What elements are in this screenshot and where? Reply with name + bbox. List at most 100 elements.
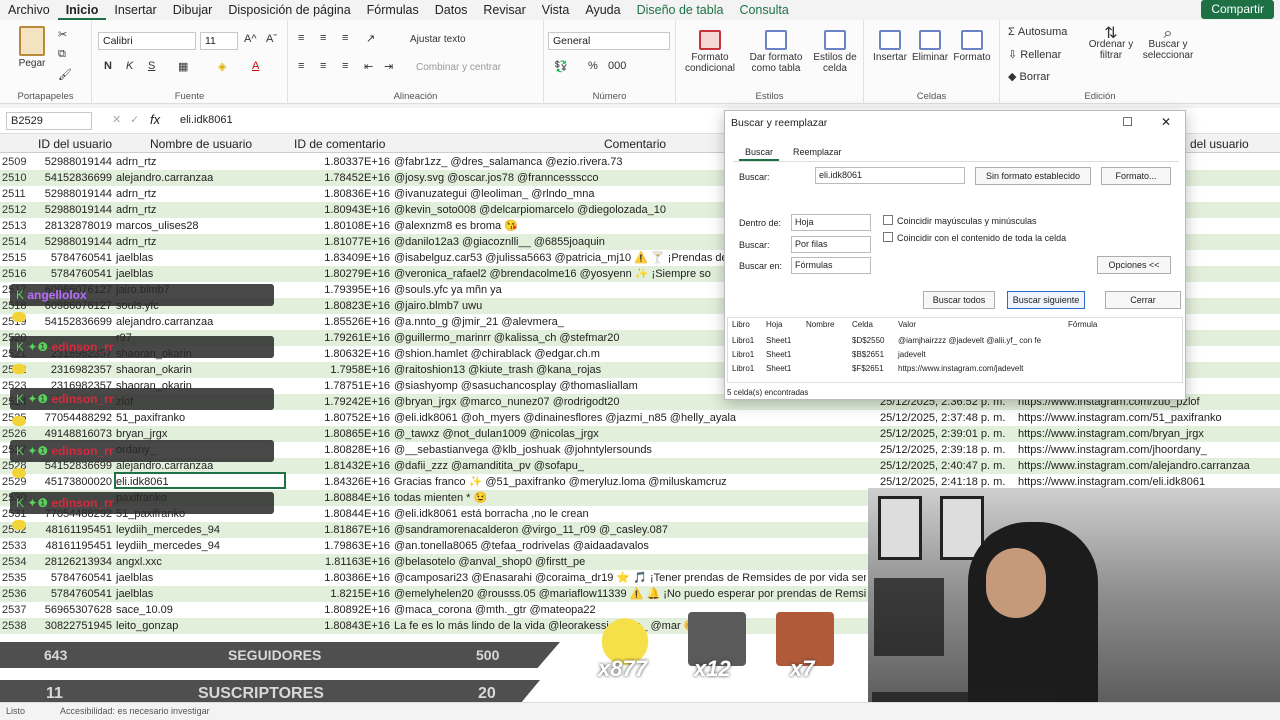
comment-id-cell[interactable]: 1.80752E+16 — [290, 410, 390, 426]
user-id-cell[interactable]: 2316982357 — [30, 362, 112, 378]
result-value[interactable]: https://www.instagram.com/jadevelt — [898, 364, 1023, 373]
username-cell[interactable]: adrn_rtz — [116, 154, 156, 170]
merge-center-button[interactable]: Combinar y centrar — [416, 62, 501, 73]
row-number[interactable]: 2514 — [0, 234, 30, 250]
username-cell[interactable]: leito_gonzap — [116, 618, 178, 634]
underline-icon[interactable]: S — [148, 60, 155, 72]
username-cell[interactable]: adrn_rtz — [116, 202, 156, 218]
comment-id-cell[interactable]: 1.80844E+16 — [290, 506, 390, 522]
match-case-checkbox[interactable] — [883, 215, 893, 225]
tab-f-rmulas[interactable]: Fórmulas — [359, 0, 427, 20]
user-id-cell[interactable]: 45173800020 — [30, 474, 112, 490]
comment-id-cell[interactable]: 1.78452E+16 — [290, 170, 390, 186]
comment-cell[interactable]: @an.tonella8065 @tefaa_rodrivelas @aidaa… — [394, 538, 866, 554]
search-order-select[interactable]: Por filas — [791, 236, 871, 253]
tab-datos[interactable]: Datos — [427, 0, 476, 20]
table-row[interactable]: 25257705448829251_paxifranko1.80752E+16@… — [0, 410, 1280, 426]
percent-icon[interactable]: % — [588, 60, 598, 72]
close-icon[interactable]: ✕ — [1161, 115, 1171, 129]
user-id-cell[interactable]: 5784760541 — [30, 570, 112, 586]
username-cell[interactable]: shaoran_okarin — [116, 362, 192, 378]
row-number[interactable]: 2509 — [0, 154, 30, 170]
fill-color-icon[interactable]: ◈ — [218, 60, 226, 73]
user-id-cell[interactable]: 56965307628 — [30, 602, 112, 618]
row-number[interactable]: 2511 — [0, 186, 30, 202]
result-cell[interactable]: $D$2550 — [852, 336, 884, 345]
align-right-icon[interactable]: ≡ — [342, 60, 348, 72]
username-cell[interactable]: alejandro.carranzaa — [116, 314, 213, 330]
within-select[interactable]: Hoja — [791, 214, 871, 231]
format-button[interactable]: Formato... — [1101, 167, 1171, 185]
results-header[interactable]: Fórmula — [1068, 320, 1097, 329]
comment-id-cell[interactable]: 1.79242E+16 — [290, 394, 390, 410]
comment-cell[interactable]: @eli.idk8061 @oh_myers @dinainesflores @… — [394, 410, 866, 426]
username-cell[interactable]: jaelblas — [116, 250, 153, 266]
comment-id-cell[interactable]: 1.79261E+16 — [290, 330, 390, 346]
comment-id-cell[interactable]: 1.81077E+16 — [290, 234, 390, 250]
tab-inicio[interactable]: Inicio — [57, 0, 107, 20]
tab-archivo[interactable]: Archivo — [0, 0, 58, 20]
formula-input[interactable]: eli.idk8061 — [180, 114, 233, 126]
delete-cells-button[interactable]: Eliminar — [910, 30, 950, 63]
lookin-select[interactable]: Fórmulas — [791, 257, 871, 274]
header-user-id[interactable]: ID del usuario — [38, 137, 112, 151]
results-header[interactable]: Valor — [898, 320, 916, 329]
increase-indent-icon[interactable]: ⇥ — [384, 60, 393, 73]
username-cell[interactable]: jaelblas — [116, 586, 153, 602]
date-cell[interactable]: 25/12/2025, 2:39:18 p. m. — [880, 442, 1005, 458]
row-number[interactable]: 2536 — [0, 586, 30, 602]
comment-cell[interactable]: @belasotelo @anval_shop0 @firstt_pe — [394, 554, 866, 570]
insert-cells-button[interactable]: Insertar — [870, 30, 910, 63]
comment-id-cell[interactable]: 1.81867E+16 — [290, 522, 390, 538]
tab-revisar[interactable]: Revisar — [475, 0, 533, 20]
match-entire-checkbox[interactable] — [883, 232, 893, 242]
format-painter-icon[interactable]: 🖌 — [58, 68, 72, 81]
comment-id-cell[interactable]: 1.81432E+16 — [290, 458, 390, 474]
tab-dibujar[interactable]: Dibujar — [165, 0, 221, 20]
comment-id-cell[interactable]: 1.80843E+16 — [290, 618, 390, 634]
conditional-format-button[interactable]: Formato condicional — [680, 30, 740, 74]
comment-cell[interactable]: @dafii_zzz @amanditita_pv @sofapu_ — [394, 458, 866, 474]
find-next-button[interactable]: Buscar siguiente — [1007, 291, 1085, 309]
user-id-cell[interactable]: 5784760541 — [30, 250, 112, 266]
copy-icon[interactable]: ⧉ — [58, 48, 66, 61]
header-user-url[interactable]: del usuario — [1190, 137, 1249, 151]
font-color-icon[interactable]: A — [252, 60, 259, 72]
result-sheet[interactable]: Sheet1 — [766, 364, 791, 373]
align-bottom-icon[interactable]: ≡ — [342, 32, 348, 44]
wrap-text-button[interactable]: Ajustar texto — [410, 34, 466, 45]
username-cell[interactable]: leydiih_mercedes_94 — [116, 522, 220, 538]
username-cell[interactable]: leydiih_mercedes_94 — [116, 538, 220, 554]
comment-cell[interactable]: @__sebastianvega @klb_joshuak @johntyler… — [394, 442, 866, 458]
comment-cell[interactable]: @_tawxz @not_dulan1009 @nicolas_jrgx — [394, 426, 866, 442]
comment-id-cell[interactable]: 1.80108E+16 — [290, 218, 390, 234]
user-url-cell[interactable]: https://www.instagram.com/51_paxifranko — [1018, 410, 1222, 426]
user-id-cell[interactable]: 52988019144 — [30, 202, 112, 218]
comment-id-cell[interactable]: 1.84326E+16 — [290, 474, 390, 490]
comment-id-cell[interactable]: 1.80386E+16 — [290, 570, 390, 586]
tab-consulta[interactable]: Consulta — [731, 0, 796, 20]
comment-id-cell[interactable]: 1.78751E+16 — [290, 378, 390, 394]
result-book[interactable]: Libro1 — [732, 350, 754, 359]
results-list[interactable]: Libro Hoja Nombre Celda Valor Fórmula Libro1 Sh… — [727, 317, 1183, 383]
row-number[interactable]: 2533 — [0, 538, 30, 554]
results-header[interactable]: Nombre — [806, 320, 834, 329]
user-id-cell[interactable]: 52988019144 — [30, 154, 112, 170]
tab-disposici-n-de-p-gina[interactable]: Disposición de página — [220, 0, 358, 20]
comment-id-cell[interactable]: 1.80632E+16 — [290, 346, 390, 362]
cut-icon[interactable]: ✂ — [58, 28, 67, 41]
username-cell[interactable]: angxl.xxc — [116, 554, 162, 570]
row-number[interactable]: 2516 — [0, 266, 30, 282]
result-cell[interactable]: $F$2651 — [852, 364, 884, 373]
tab-dise-o-de-tabla[interactable]: Diseño de tabla — [629, 0, 732, 20]
comment-id-cell[interactable]: 1.79863E+16 — [290, 538, 390, 554]
user-id-cell[interactable]: 48161195451 — [30, 522, 112, 538]
align-left-icon[interactable]: ≡ — [298, 60, 304, 72]
user-id-cell[interactable]: 54152836699 — [30, 170, 112, 186]
username-cell[interactable]: alejandro.carranzaa — [116, 170, 213, 186]
borders-icon[interactable]: ▦ — [178, 60, 188, 73]
comment-cell[interactable]: @eli.idk8061 está borracha ,no le crean — [394, 506, 866, 522]
italic-icon[interactable]: K — [126, 60, 133, 72]
confirm-icon[interactable]: ✓ — [130, 113, 139, 126]
result-book[interactable]: Libro1 — [732, 336, 754, 345]
